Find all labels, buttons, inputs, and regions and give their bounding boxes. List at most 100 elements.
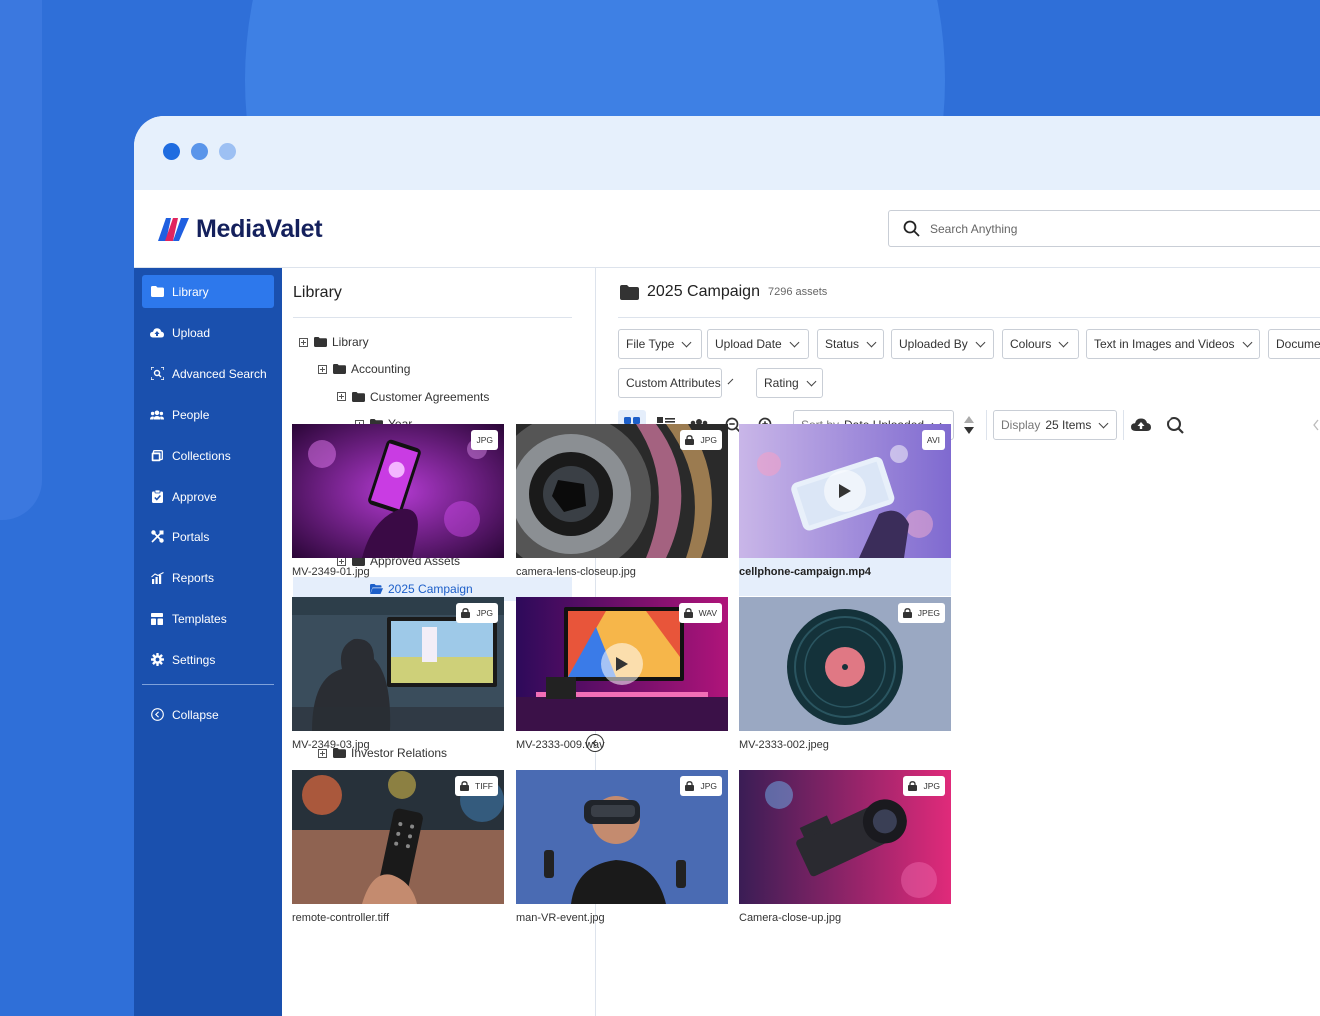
expand-icon[interactable]: [318, 364, 327, 374]
toolbar-divider: [986, 410, 987, 440]
asset-card[interactable]: JPG MV-2349-01.jpg: [292, 424, 504, 596]
file-type-badge: JPG: [680, 776, 722, 796]
asset-card[interactable]: JPG camera-lens-closeup.jpg: [516, 424, 728, 596]
asset-filename: MV-2333-009.wav: [516, 739, 605, 751]
upload-button[interactable]: [1129, 410, 1153, 440]
app-window: MediaValet Search Anything Library Upload…: [134, 116, 1320, 1016]
asset-filename: remote-controller.tiff: [292, 912, 390, 924]
header-divider: [618, 317, 1320, 318]
filter-label: Rating: [764, 376, 799, 390]
asset-thumbnail[interactable]: AVI: [739, 424, 951, 558]
file-type-label: AVI: [926, 435, 940, 445]
play-button[interactable]: [824, 470, 866, 512]
asset-filename: cellphone-campaign.mp4: [739, 566, 872, 578]
lock-icon: [902, 608, 912, 618]
asset-thumbnail[interactable]: WAV: [516, 597, 728, 731]
sidebar-item-upload[interactable]: Upload: [142, 316, 274, 349]
window-dot-minimize[interactable]: [191, 143, 208, 160]
asset-card[interactable]: JPG man-VR-event.jpg: [516, 770, 728, 942]
sidebar-item-portals[interactable]: Portals: [142, 520, 274, 553]
file-type-label: JPG: [476, 608, 493, 618]
asset-card[interactable]: JPG Camera-close-up.jpg: [739, 770, 951, 942]
filter-uploaded-by[interactable]: Uploaded By: [891, 329, 994, 359]
asset-card[interactable]: JPEG MV-2333-002.jpeg: [739, 597, 951, 769]
find-similar-button[interactable]: [1163, 410, 1187, 440]
asset-card[interactable]: AVI cellphone-campaign.mp4: [739, 424, 951, 596]
sidebar-item-collections[interactable]: Collections: [142, 439, 274, 472]
tree-node-accounting[interactable]: Accounting: [318, 357, 410, 381]
filter-custom-attributes[interactable]: Custom Attributes: [618, 368, 734, 398]
asset-thumbnail[interactable]: JPEG: [739, 597, 951, 731]
chevron-down-icon: [1098, 418, 1109, 428]
expand-icon[interactable]: [337, 392, 346, 402]
asset-card[interactable]: WAV MV-2333-009.wav: [516, 597, 728, 769]
window-dot-maximize[interactable]: [219, 143, 236, 160]
display-count-dropdown[interactable]: Display 25 Items: [993, 410, 1117, 440]
sidebar-item-people[interactable]: People: [142, 398, 274, 431]
asset-card[interactable]: TIFF remote-controller.tiff: [292, 770, 504, 942]
filter-text-in-images-and-videos[interactable]: Text in Images and Videos: [1086, 329, 1260, 359]
chevron-down-icon: [1242, 337, 1252, 347]
sidebar-item-approve[interactable]: Approve: [142, 480, 274, 513]
folder-icon: [352, 391, 370, 402]
asset-thumbnail[interactable]: JPG: [292, 597, 504, 731]
tree-title: Library: [293, 284, 342, 301]
cloud-upload-icon: [1131, 418, 1151, 431]
asset-thumbnail[interactable]: JPG: [516, 770, 728, 904]
display-value: 25 Items: [1045, 418, 1092, 432]
asset-filename: Camera-close-up.jpg: [739, 912, 842, 924]
play-button[interactable]: [601, 643, 643, 685]
expand-icon[interactable]: [299, 337, 308, 347]
filter-colours[interactable]: Colours: [1002, 329, 1079, 359]
sidebar-item-label: Upload: [172, 325, 211, 340]
window-dot-close[interactable]: [163, 143, 180, 160]
tree-divider: [293, 317, 572, 318]
filter-upload-date[interactable]: Upload Date: [707, 329, 809, 359]
asset-filename: MV-2333-002.jpeg: [739, 739, 829, 751]
sidebar-item-label: People: [172, 407, 210, 422]
folder-icon: [620, 284, 639, 300]
sidebar-item-label: Approve: [172, 489, 217, 504]
chevron-down-icon: [975, 337, 986, 347]
templates-icon: [150, 612, 164, 626]
filter-rating[interactable]: Rating: [756, 368, 823, 398]
chevron-down-icon: [789, 337, 800, 347]
filter-file-type[interactable]: File Type: [618, 329, 702, 359]
sort-direction-toggle[interactable]: [959, 410, 979, 440]
sidebar-collapse-button[interactable]: Collapse: [142, 698, 274, 731]
file-type-label: JPG: [700, 435, 717, 445]
sidebar-item-advanced-search[interactable]: Advanced Search: [142, 357, 274, 390]
asset-card[interactable]: JPG MV-2349-03.jpg: [292, 597, 504, 769]
collapse-icon: [150, 708, 164, 722]
approve-icon: [150, 490, 164, 504]
tree-node-label: Library: [332, 335, 369, 349]
logo[interactable]: MediaValet: [156, 214, 323, 244]
filter-status[interactable]: Status: [817, 329, 884, 359]
asset-thumbnail[interactable]: JPG: [516, 424, 728, 558]
asset-thumbnail[interactable]: JPG: [292, 424, 504, 558]
filter-label: Status: [825, 337, 860, 351]
sidebar-item-library[interactable]: Library: [142, 275, 274, 308]
chevron-left-icon: [1313, 419, 1319, 431]
asset-filename: MV-2349-03.jpg: [292, 739, 370, 751]
file-type-badge: JPG: [471, 430, 498, 450]
filter-label: Docume: [1276, 337, 1320, 351]
filter-label: Upload Date: [715, 337, 782, 351]
advanced-search-icon: [150, 367, 164, 381]
tree-node-library[interactable]: Library: [299, 330, 369, 354]
sidebar-item-reports[interactable]: Reports: [142, 561, 274, 594]
filter-docume[interactable]: Docume: [1268, 329, 1320, 359]
asset-thumbnail[interactable]: JPG: [739, 770, 951, 904]
sidebar-item-settings[interactable]: Settings: [142, 643, 274, 676]
mediavalet-logo-icon: [158, 218, 189, 241]
search-input[interactable]: Search Anything: [888, 210, 1320, 247]
asset-filename: camera-lens-closeup.jpg: [516, 566, 636, 578]
grid-scroll-left-button[interactable]: [1306, 410, 1320, 440]
sidebar-item-templates[interactable]: Templates: [142, 602, 274, 635]
tree-node-customer-agreements[interactable]: Customer Agreements: [337, 385, 489, 409]
sidebar-item-label: Library: [172, 284, 209, 299]
file-type-badge: JPG: [456, 603, 498, 623]
collapse-label: Collapse: [172, 707, 219, 722]
lock-icon: [908, 781, 918, 791]
asset-thumbnail[interactable]: TIFF: [292, 770, 504, 904]
